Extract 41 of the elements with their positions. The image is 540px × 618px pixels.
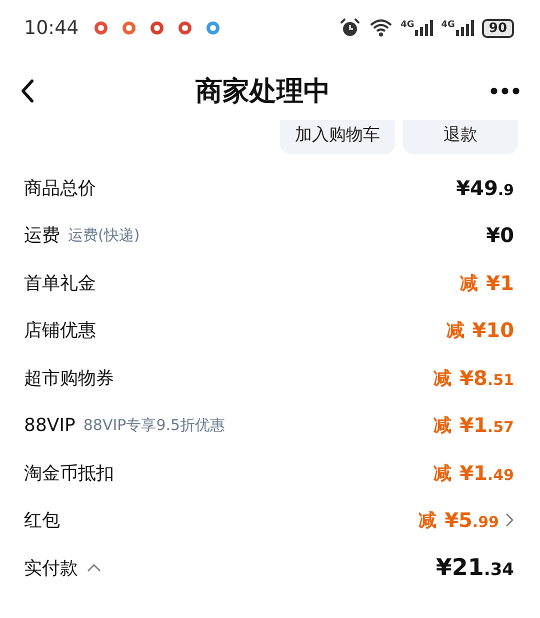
price-amount: ¥49.9 — [456, 176, 514, 200]
caret-up-icon[interactable] — [86, 562, 102, 573]
price-amount: ¥8.51 — [460, 366, 514, 390]
signal-icon — [415, 20, 434, 36]
price-label: 红包 — [24, 509, 60, 532]
price-amount: ¥0 — [486, 223, 514, 248]
price-label: 首单礼金 — [24, 272, 96, 295]
total-amount: ¥21.34 — [436, 554, 514, 581]
back-icon[interactable] — [20, 78, 36, 104]
price-label: 88VIP — [24, 414, 76, 436]
price-amount: ¥1.57 — [460, 413, 514, 438]
add-to-cart-button[interactable]: 加入购物车 — [280, 120, 395, 154]
price-amount: ¥5.99 — [444, 508, 499, 532]
signal-icon — [456, 20, 474, 36]
price-amount: ¥1 — [486, 270, 514, 295]
network-type-label: 4G — [441, 20, 455, 30]
price-label: 运费 — [24, 224, 60, 248]
price-label: 淘金币抵扣 — [24, 462, 114, 485]
price-label: 店铺优惠 — [24, 319, 96, 342]
price-note: 88VIP专享9.5折优惠 — [83, 416, 226, 435]
network-type-label: 4G — [400, 20, 414, 30]
price-amount: ¥10 — [472, 318, 514, 342]
discount-prefix: 减 — [434, 366, 452, 390]
refund-button[interactable]: 退款 — [403, 120, 518, 154]
price-note: 运费(快递) — [68, 226, 140, 245]
wifi-icon — [368, 18, 393, 38]
price-amount: ¥1.49 — [460, 460, 514, 485]
discount-prefix: 减 — [460, 272, 478, 295]
price-label: 超市购物券 — [24, 366, 114, 390]
battery-indicator: 90 — [482, 18, 514, 38]
discount-prefix: 减 — [434, 414, 452, 438]
discount-prefix: 减 — [446, 319, 464, 342]
discount-prefix: 减 — [418, 509, 437, 532]
discount-prefix: 减 — [434, 462, 452, 485]
chevron-right-icon[interactable] — [505, 512, 514, 528]
alarm-clock-icon — [338, 18, 361, 38]
status-time: 10:44 — [24, 17, 79, 39]
more-icon[interactable] — [490, 87, 520, 95]
page-title: 商家处理中 — [194, 75, 332, 109]
price-label: 商品总价 — [24, 176, 96, 200]
total-label: 实付款 — [24, 556, 78, 580]
